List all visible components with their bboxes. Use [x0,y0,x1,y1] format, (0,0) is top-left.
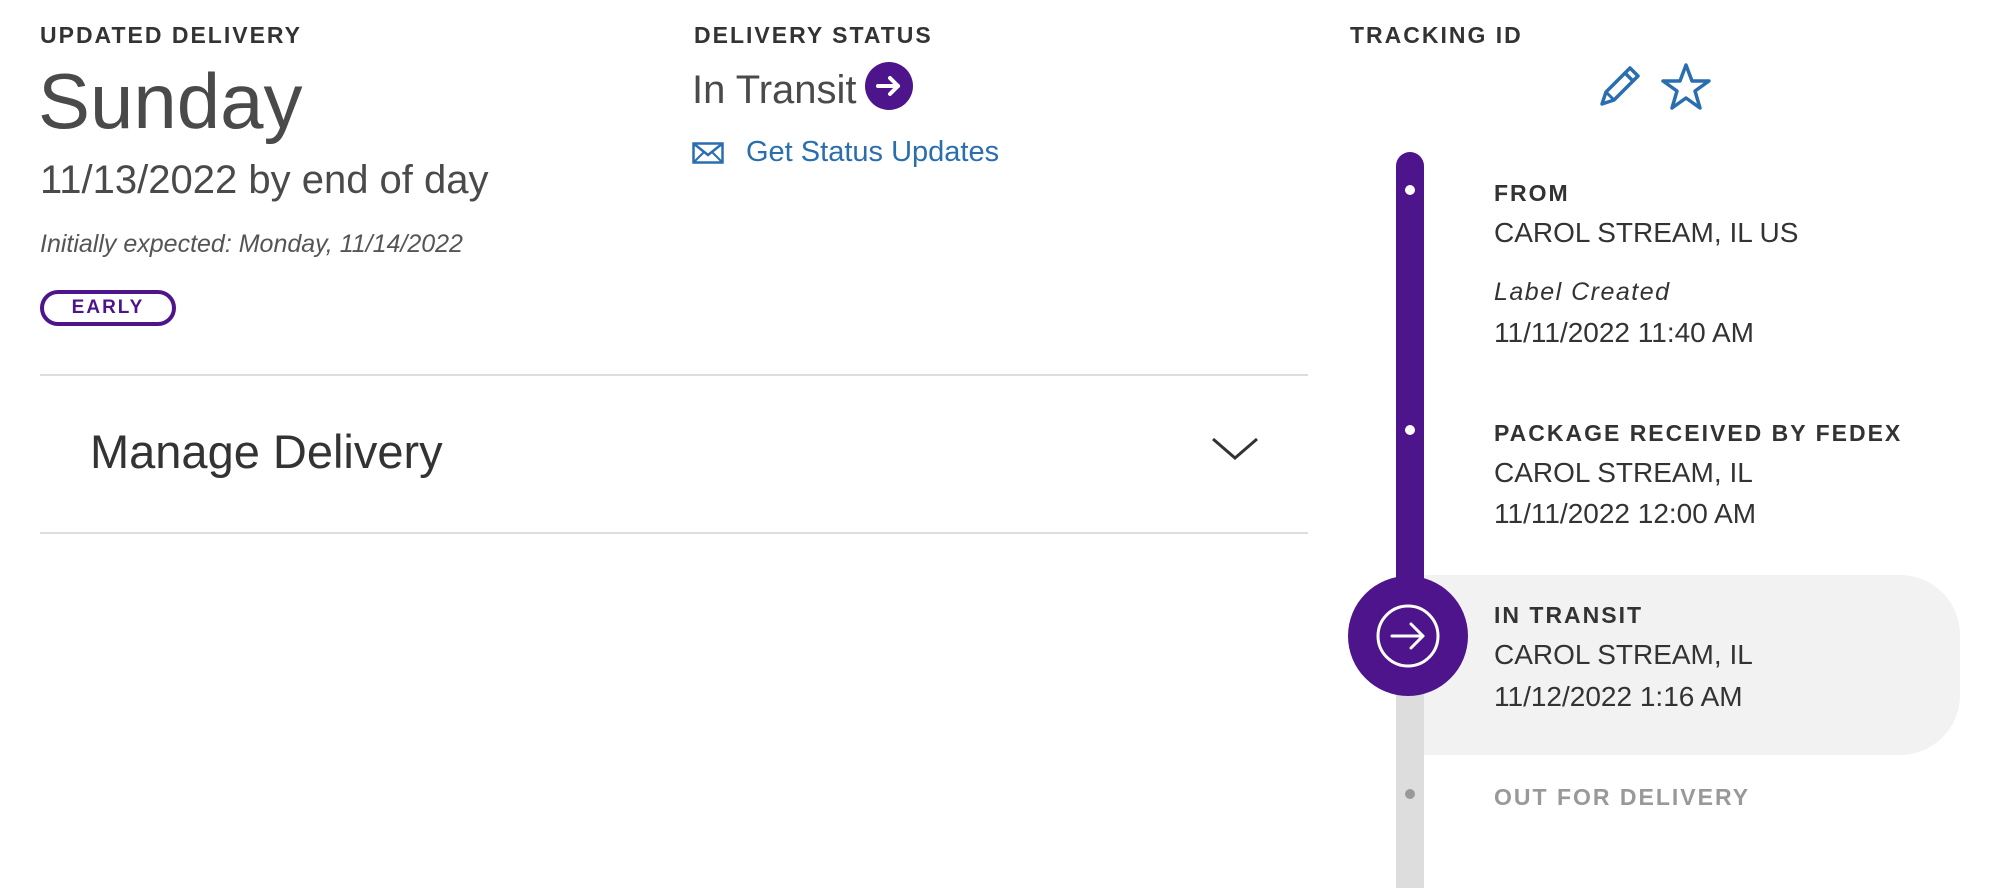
star-icon[interactable] [1658,60,1714,116]
divider-bottom [40,532,1308,534]
arrow-right-circle-icon [865,62,913,110]
event-datetime: 11/11/2022 12:00 AM [1494,498,1757,529]
delivery-date: 11/13/2022 by end of day [40,158,489,202]
event-location: CAROL STREAM, IL US [1494,217,1799,248]
event-title: IN TRANSIT [1494,602,1644,628]
pencil-icon[interactable] [1590,60,1646,116]
event-title: OUT FOR DELIVERY [1494,784,1751,810]
timeline-progress-track [1396,152,1424,592]
event-title: PACKAGE RECEIVED BY FEDEX [1494,420,1903,446]
event-location: CAROL STREAM, IL [1494,639,1753,670]
manage-delivery-toggle[interactable]: Manage Delivery [40,374,1308,530]
timeline-dot [1405,789,1415,799]
tracking-id-label: TRACKING ID [1350,22,1523,48]
get-status-updates-link[interactable]: Get Status Updates [692,136,999,169]
event-title: FROM [1494,180,1570,206]
manage-delivery-label: Manage Delivery [90,425,443,478]
current-step-node [1348,576,1468,696]
delivery-day: Sunday [38,57,303,145]
envelope-icon [692,141,724,164]
event-datetime: 11/12/2022 1:16 AM [1494,681,1743,712]
early-badge: EARLY [40,290,176,326]
event-note: Label Created [1494,278,1671,306]
arrow-right-circle-icon [1376,604,1440,668]
initially-expected-text: Initially expected: Monday, 11/14/2022 [40,230,463,258]
delivery-status-value: In Transit [692,68,857,112]
event-datetime: 11/11/2022 11:40 AM [1494,317,1754,348]
timeline-dot [1405,185,1415,195]
timeline-dot [1405,425,1415,435]
event-location: CAROL STREAM, IL [1494,457,1753,488]
updated-delivery-label: UPDATED DELIVERY [40,22,303,48]
get-status-updates-label: Get Status Updates [746,136,1000,168]
chevron-down-icon [1212,437,1258,460]
tracking-actions [1590,60,1714,116]
delivery-status-label: DELIVERY STATUS [694,22,933,48]
